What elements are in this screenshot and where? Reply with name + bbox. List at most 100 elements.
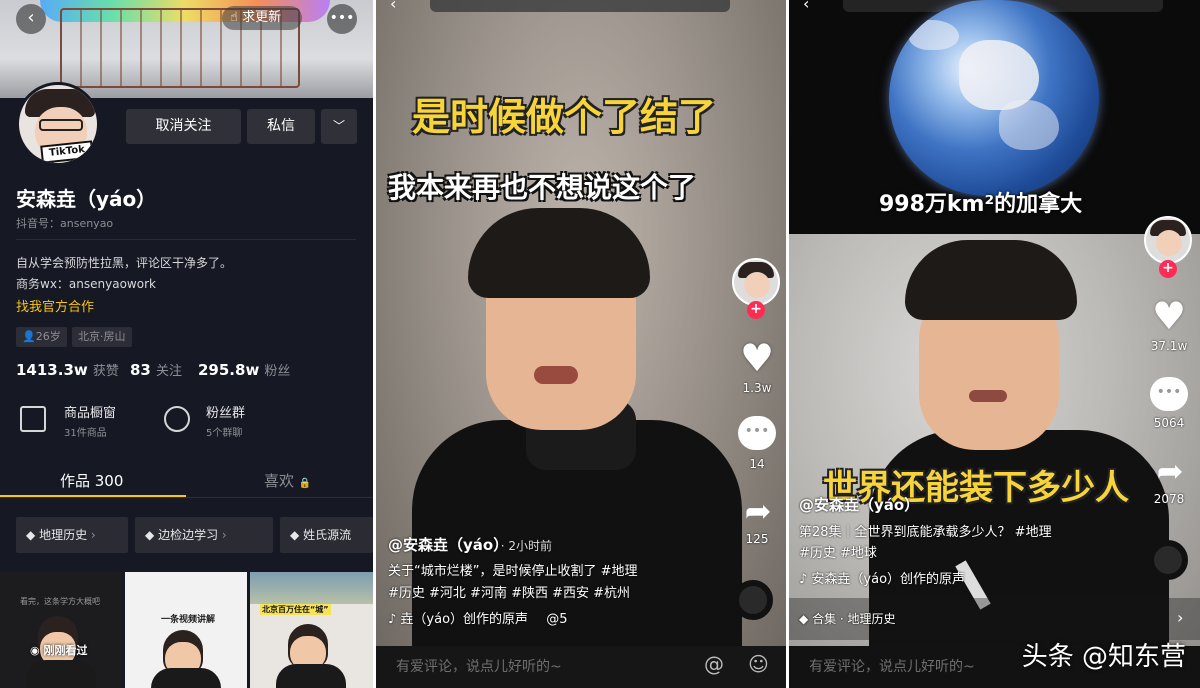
more-button[interactable]: ••• bbox=[327, 4, 357, 34]
music-disc-icon[interactable] bbox=[1148, 540, 1188, 580]
stat-number: 1413.3w bbox=[16, 361, 88, 379]
stat-label: 关注 bbox=[155, 364, 182, 379]
back-button[interactable]: ‹ bbox=[16, 4, 46, 34]
divider bbox=[16, 239, 356, 240]
author-avatar[interactable] bbox=[732, 258, 780, 306]
stack-icon: ◆ bbox=[26, 528, 36, 542]
video-thumbnail[interactable]: 北京百万住在“城” bbox=[250, 572, 373, 688]
comment-icon[interactable]: ••• bbox=[1150, 377, 1188, 411]
expand-button[interactable]: ﹀ bbox=[321, 109, 357, 144]
share-count: 2078 bbox=[1153, 492, 1185, 506]
feature-title: 商品橱窗 bbox=[64, 406, 117, 421]
stat-number: 83 bbox=[130, 361, 151, 379]
search-bar[interactable] bbox=[430, 0, 730, 12]
avatar-face bbox=[744, 272, 770, 298]
collection-surnames[interactable]: ◆ 姓氏源流 bbox=[280, 517, 373, 553]
official-partner-link[interactable]: 找我官方合作 bbox=[16, 296, 94, 315]
follow-plus-button[interactable]: + bbox=[747, 301, 765, 319]
person-mouth bbox=[534, 366, 578, 384]
divider bbox=[0, 497, 373, 498]
video-panel-2: ‹ 998万km²的加拿大 世界还能装下多少人 + ♥ 37.1w ••• 50… bbox=[789, 0, 1200, 688]
post-time: · 2小时前 bbox=[500, 539, 552, 553]
video-caption-top: 是时候做个了结了 bbox=[412, 95, 717, 139]
like-count: 1.3w bbox=[742, 381, 772, 395]
badge-text: 刚刚看过 bbox=[43, 644, 88, 657]
comment-count: 14 bbox=[749, 457, 765, 471]
screenshot-collage: ‹ ☝ 求更新 ••• TikTok 取消关注 私信 ﹀ 安森垚（yáo） 抖音… bbox=[0, 0, 1200, 688]
person-mouth bbox=[969, 390, 1007, 402]
heart-icon[interactable]: ♥ bbox=[735, 338, 779, 378]
collection-bar[interactable]: ◆ 合集 · 地理历史 › bbox=[789, 598, 1200, 640]
follow-plus-button[interactable]: + bbox=[1159, 260, 1177, 278]
feature-subtitle: 5个群聊 bbox=[206, 428, 243, 439]
douyin-id: 抖音号：ansenyao bbox=[16, 215, 113, 231]
comment-icon[interactable]: ••• bbox=[738, 416, 776, 450]
stat-number: 295.8w bbox=[198, 361, 260, 379]
collection-label: ◆ 合集 · 地理历史 bbox=[799, 610, 896, 627]
emoji-icon[interactable]: ☺ bbox=[748, 652, 769, 676]
heart-icon[interactable]: ♥ bbox=[1147, 296, 1191, 336]
collection-text: 合集 · 地理历史 bbox=[812, 612, 896, 626]
video-description-line-1: 关于“城市烂楼”，是时候停止收割了 #地理 bbox=[388, 564, 638, 579]
update-request-pill[interactable]: ☝ 求更新 bbox=[222, 6, 302, 30]
video-thumbnail[interactable]: 一条视频讲解 bbox=[125, 572, 247, 688]
tab-likes[interactable]: 喜欢 🔒 bbox=[264, 470, 311, 491]
music-disc-icon[interactable] bbox=[733, 580, 773, 620]
chevron-right-icon: › bbox=[90, 528, 96, 542]
music-info[interactable]: ♪ 安森垚（yáo）创作的原声 bbox=[799, 568, 965, 587]
back-icon[interactable]: ‹ bbox=[390, 0, 396, 13]
stat-likes[interactable]: 1413.3w 获赞 bbox=[16, 360, 119, 379]
author-name: @安森垚（yáo） bbox=[388, 536, 501, 554]
feature-title: 粉丝群 bbox=[206, 406, 246, 421]
unfollow-button[interactable]: 取消关注 bbox=[126, 109, 241, 144]
thumbnail-person-body bbox=[151, 668, 221, 688]
share-icon[interactable]: ➦ bbox=[738, 494, 778, 528]
author-avatar[interactable] bbox=[1144, 216, 1192, 264]
collection-geography-history[interactable]: ◆ 地理历史 › bbox=[16, 517, 128, 553]
group-icon bbox=[164, 406, 190, 432]
message-button[interactable]: 私信 bbox=[247, 109, 315, 144]
earth-clouds bbox=[909, 20, 959, 50]
comment-input[interactable]: 有爱评论，说点儿好听的~ bbox=[376, 646, 786, 688]
collection-learning[interactable]: ◆ 边检边学习 › bbox=[135, 517, 273, 553]
comment-placeholder: 有爱评论，说点儿好听的~ bbox=[396, 659, 562, 675]
thumbnail-photo bbox=[250, 572, 373, 604]
stat-label: 获赞 bbox=[92, 364, 119, 379]
avatar-glasses bbox=[39, 119, 83, 131]
age-tag-text: 26岁 bbox=[35, 330, 61, 343]
collection-label: 边检边学习 bbox=[158, 528, 219, 542]
video-caption-second: 我本来再也不想说这个了 bbox=[388, 171, 697, 204]
music-info[interactable]: ♪ 垚（yáo）创作的原声 @5 bbox=[388, 608, 567, 627]
profile-panel: ‹ ☝ 求更新 ••• TikTok 取消关注 私信 ﹀ 安森垚（yáo） 抖音… bbox=[0, 0, 373, 688]
chevron-right-icon: › bbox=[1177, 608, 1184, 627]
avatar-face bbox=[1156, 230, 1182, 256]
stat-following[interactable]: 83 关注 bbox=[130, 360, 182, 379]
at-icon[interactable]: @ bbox=[704, 652, 724, 676]
feature-subtitle: 31件商品 bbox=[64, 428, 107, 439]
fan-group-entry[interactable]: 粉丝群 5个群聊 bbox=[160, 400, 290, 442]
share-count: 125 bbox=[745, 532, 769, 546]
bio-line-2: 商务wx：ansenyaowork bbox=[16, 277, 156, 291]
video-thumbnail[interactable]: 看完，这条学方大概吧 ◉ 刚刚看过 bbox=[0, 572, 122, 688]
back-icon[interactable]: ‹ bbox=[803, 0, 809, 13]
stat-followers[interactable]: 295.8w 粉丝 bbox=[198, 360, 290, 379]
music-text: ♪ 垚（yáo）创作的原声 bbox=[388, 612, 529, 627]
avatar[interactable]: TikTok bbox=[16, 82, 100, 166]
chevron-down-icon: ﹀ bbox=[332, 119, 345, 133]
thumbnail-text: 北京百万住在“城” bbox=[260, 604, 331, 615]
video-description-line-1: 第28集｜全世界到底能承载多少人？ #地理 bbox=[799, 525, 1052, 540]
video-description-line-2[interactable]: #历史 #地球 bbox=[799, 542, 877, 561]
tab-works[interactable]: 作品 300 bbox=[60, 470, 123, 491]
video-author[interactable]: @安森垚（yáo） bbox=[799, 494, 919, 515]
earth-caption: 998万km²的加拿大 bbox=[879, 192, 1083, 217]
cart-icon bbox=[20, 406, 46, 432]
more-horizontal-icon: ••• bbox=[329, 10, 355, 26]
earth-image bbox=[889, 0, 1099, 196]
stack-icon: ◆ bbox=[145, 528, 155, 542]
douyin-id-label: 抖音号： bbox=[16, 217, 60, 230]
share-icon[interactable]: ➦ bbox=[1150, 454, 1190, 488]
product-showcase-entry[interactable]: 商品橱窗 31件商品 bbox=[16, 400, 146, 442]
video-author[interactable]: @安森垚（yáo）· 2小时前 bbox=[388, 534, 552, 555]
video-description-line-2[interactable]: #历史 #河北 #河南 #陕西 #西安 #杭州 bbox=[388, 582, 630, 601]
thumbnail-person-body bbox=[26, 660, 96, 688]
